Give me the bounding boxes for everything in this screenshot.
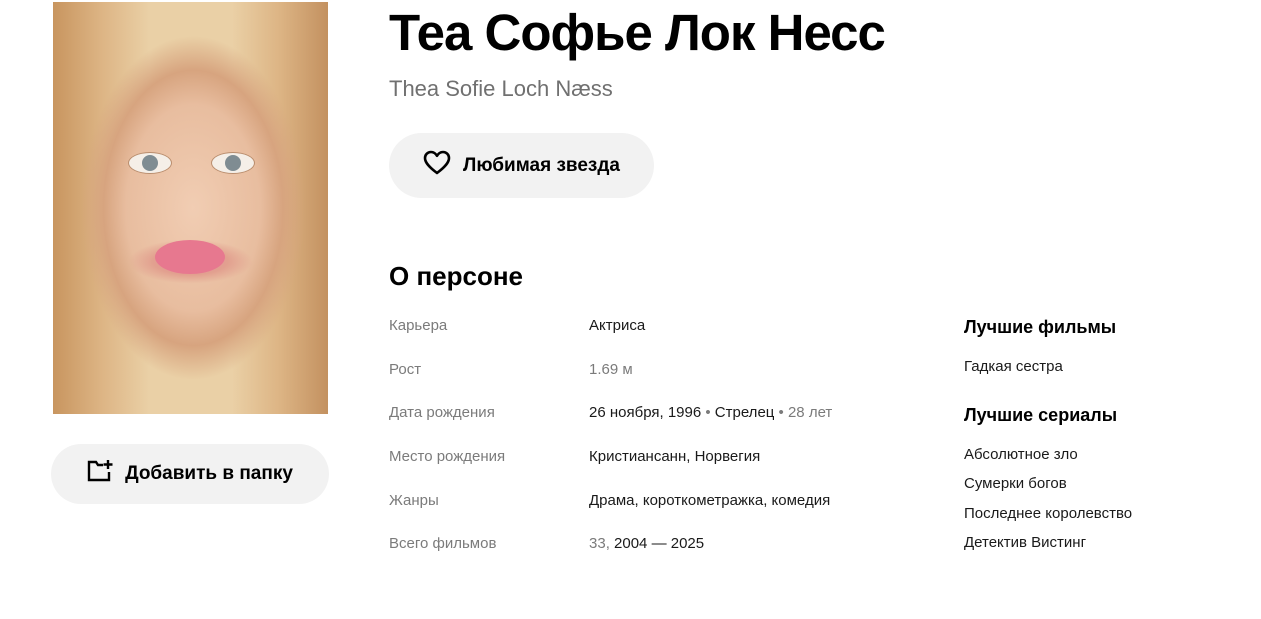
best-film-link[interactable]: Гадкая сестра bbox=[964, 358, 1063, 375]
separator: • bbox=[774, 404, 788, 422]
photo-detail bbox=[211, 152, 255, 174]
birth-country-link[interactable]: Норвегия bbox=[695, 448, 761, 465]
fact-row-genres: Жанры Драма, короткометражка, комедия bbox=[389, 484, 929, 528]
add-to-folder-button[interactable]: Добавить в папку bbox=[51, 444, 329, 504]
about-section-title: О персоне bbox=[389, 261, 523, 291]
birth-city-link[interactable]: Кристиансанн bbox=[589, 448, 686, 465]
best-films-list: Гадкая сестра bbox=[964, 352, 1244, 382]
list-item: Абсолютное зло bbox=[964, 440, 1244, 470]
fact-row-birth-date: Дата рождения 26 ноября, 1996 • Стрелец … bbox=[389, 396, 929, 440]
photo-detail bbox=[155, 240, 225, 274]
list-item: Гадкая сестра bbox=[964, 352, 1244, 382]
best-series-link[interactable]: Последнее королевство bbox=[964, 505, 1132, 522]
fact-row-birth-place: Место рождения Кристиансанн, Норвегия bbox=[389, 440, 929, 484]
fact-label: Место рождения bbox=[389, 448, 506, 466]
fact-row-total-films: Всего фильмов 33, 2004 — 2025 bbox=[389, 527, 929, 571]
fact-label: Жанры bbox=[389, 491, 439, 509]
best-films-title[interactable]: Лучшие фильмы bbox=[964, 312, 1244, 342]
zodiac-link[interactable]: Стрелец bbox=[715, 404, 775, 421]
separator: • bbox=[701, 404, 715, 422]
best-series-link[interactable]: Сумерки богов bbox=[964, 475, 1067, 492]
fact-row-career: Карьера Актриса bbox=[389, 309, 929, 353]
fact-label: Карьера bbox=[389, 317, 448, 334]
separator: , bbox=[763, 491, 772, 509]
list-item: Последнее королевство bbox=[964, 499, 1244, 529]
fact-value-career: Актриса bbox=[589, 309, 645, 343]
separator: , bbox=[605, 535, 615, 553]
best-series-list: Абсолютное зло Сумерки богов Последнее к… bbox=[964, 440, 1244, 558]
add-to-folder-label: Добавить в папку bbox=[125, 463, 293, 484]
fact-value-birth-date: 26 ноября, 1996 • Стрелец • 28 лет bbox=[589, 396, 832, 430]
favorite-star-label: Любимая звезда bbox=[463, 154, 620, 176]
career-link[interactable]: Актриса bbox=[589, 317, 645, 334]
person-photo bbox=[53, 2, 328, 414]
heart-icon bbox=[423, 150, 451, 182]
genre-link[interactable]: Драма bbox=[589, 492, 635, 509]
genre-link[interactable]: комедия bbox=[772, 492, 831, 509]
career-years: 2004 — 2025 bbox=[614, 535, 705, 553]
list-item: Сумерки богов bbox=[964, 469, 1244, 499]
fact-row-height: Рост 1.69 м bbox=[389, 353, 929, 397]
fact-label: Рост bbox=[389, 360, 422, 378]
person-facts-table: Карьера Актриса Рост 1.69 м Дата рождени… bbox=[389, 309, 929, 571]
separator: , bbox=[686, 448, 695, 466]
list-item: Детектив Вистинг bbox=[964, 528, 1244, 558]
fact-value-total-films: 33, 2004 — 2025 bbox=[589, 527, 704, 561]
fact-value-height: 1.69 м bbox=[589, 360, 633, 378]
genre-link[interactable]: короткометражка bbox=[643, 492, 763, 509]
fact-value-genres: Драма, короткометражка, комедия bbox=[589, 484, 830, 518]
fact-label: Дата рождения bbox=[389, 404, 495, 422]
best-series-title[interactable]: Лучшие сериалы bbox=[964, 400, 1244, 430]
folder-plus-icon bbox=[87, 459, 115, 489]
fact-label: Всего фильмов bbox=[389, 535, 497, 553]
person-name: Теа Софье Лок Несс bbox=[389, 4, 886, 61]
age-text: 28 лет bbox=[787, 404, 833, 422]
best-series-link[interactable]: Детектив Вистинг bbox=[964, 534, 1086, 551]
separator: , bbox=[634, 491, 643, 509]
favorite-star-button[interactable]: Любимая звезда bbox=[389, 133, 654, 198]
film-count: 33 bbox=[589, 535, 606, 553]
photo-detail bbox=[128, 152, 172, 174]
person-original-name: Thea Sofie Loch Næss bbox=[389, 76, 613, 101]
birth-date-link[interactable]: 26 ноября, 1996 bbox=[589, 404, 701, 421]
fact-value-birth-place: Кристиансанн, Норвегия bbox=[589, 440, 760, 474]
best-series-link[interactable]: Абсолютное зло bbox=[964, 446, 1078, 463]
best-works-panel: Лучшие фильмы Гадкая сестра Лучшие сериа… bbox=[964, 312, 1244, 576]
